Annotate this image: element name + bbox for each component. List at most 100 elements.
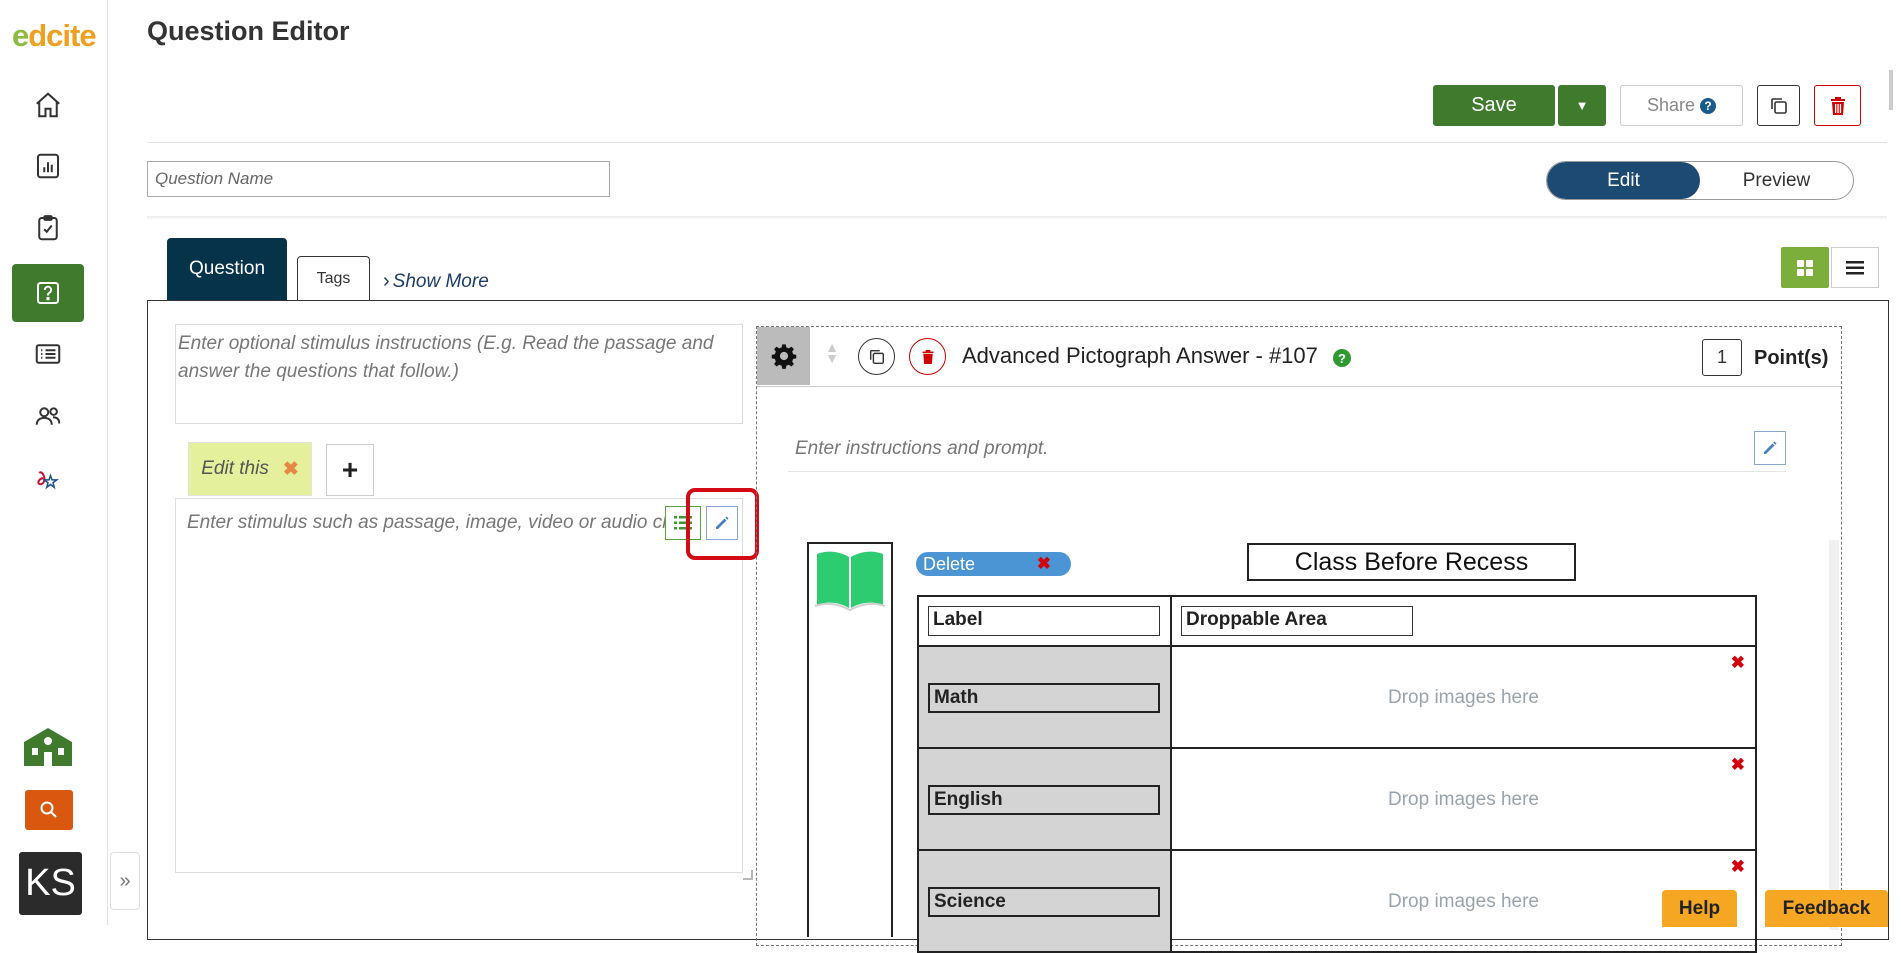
table-header-row: Label Droppable Area — [917, 595, 1757, 647]
duplicate-button[interactable] — [1757, 85, 1800, 126]
edit-preview-toggle[interactable]: Edit Preview — [1546, 161, 1854, 200]
home-icon — [36, 92, 60, 118]
drop-placeholder: Drop images here — [1387, 687, 1540, 708]
header-label-cell: Label — [917, 595, 1172, 647]
assignments-icon — [38, 215, 58, 241]
pictograph-title[interactable]: Class Before Recess — [1247, 543, 1576, 581]
avatar[interactable]: KS — [19, 852, 82, 915]
preview-mode-option[interactable]: Preview — [1700, 162, 1853, 199]
question-icon — [37, 282, 59, 304]
show-more-link[interactable]: › Show More — [383, 270, 489, 293]
list-layout-button[interactable] — [1831, 247, 1879, 288]
save-button[interactable]: Save — [1433, 85, 1555, 126]
plus-icon: + — [341, 454, 359, 485]
sidebar-item-questions[interactable] — [12, 264, 84, 322]
close-icon[interactable]: ✖ — [283, 458, 299, 481]
reorder-handle[interactable]: ▲ ▼ — [822, 339, 842, 370]
state-logo-icon — [37, 471, 59, 490]
tab-tags[interactable]: Tags — [297, 256, 370, 300]
drop-zone[interactable]: Drop images here ✖ — [1170, 645, 1757, 749]
search-icon — [40, 801, 57, 818]
add-stimulus-tab-button[interactable]: + — [326, 444, 374, 496]
edcite-logo[interactable]: edcite — [12, 18, 97, 54]
highlight-annotation — [686, 488, 759, 560]
stimulus-instructions-input[interactable]: Enter optional stimulus instructions (E.… — [175, 324, 743, 424]
row-label-input[interactable]: Math — [928, 683, 1160, 713]
sort-arrows-icon: ▲ ▼ — [825, 339, 839, 366]
table-row: Math Drop images here ✖ — [917, 645, 1757, 749]
pencil-icon — [1764, 441, 1777, 454]
sidebar-item-reports[interactable] — [12, 137, 84, 195]
search-button[interactable] — [25, 790, 73, 830]
expand-sidebar-button[interactable]: » — [110, 852, 140, 910]
list-lines-icon — [1846, 260, 1864, 274]
label-header-input[interactable]: Label — [928, 606, 1160, 636]
list-icon — [35, 344, 61, 364]
points-label: Point(s) — [1754, 347, 1829, 369]
drop-placeholder: Drop images here — [1387, 789, 1540, 810]
double-chevron-right-icon: » — [119, 869, 131, 892]
users-icon — [35, 407, 61, 425]
header-shadow — [147, 216, 1887, 220]
share-button[interactable]: Share ? — [1620, 85, 1743, 126]
school-icon[interactable] — [22, 726, 74, 768]
header-drop-cell: Droppable Area — [1170, 595, 1757, 647]
grid-icon — [1797, 259, 1813, 276]
book-icon[interactable] — [813, 548, 887, 612]
sidebar-item-state[interactable] — [12, 449, 84, 507]
pictograph-table: Label Droppable Area Math Drop images he… — [917, 595, 1757, 953]
feedback-button[interactable]: Feedback — [1765, 890, 1888, 927]
row-label-input[interactable]: Science — [928, 887, 1160, 917]
delete-question-button[interactable] — [1814, 85, 1861, 126]
panel-scrollbar[interactable] — [1829, 540, 1839, 930]
tab-question[interactable]: Question — [167, 238, 287, 300]
row-label-cell: Math — [917, 645, 1172, 749]
help-button[interactable]: Help — [1662, 890, 1737, 927]
sidebar-item-lists[interactable] — [12, 325, 84, 383]
close-icon: ✖ — [1036, 554, 1051, 573]
sidebar-item-assignments[interactable] — [12, 199, 84, 257]
stimulus-tab[interactable]: Edit this ✖ — [188, 442, 312, 496]
settings-button[interactable] — [757, 327, 810, 385]
help-circle-icon[interactable]: ? — [1700, 97, 1717, 114]
page-title: Question Editor — [147, 16, 350, 46]
duplicate-item-button[interactable] — [858, 338, 895, 375]
row-label-cell: Science — [917, 849, 1172, 953]
copy-icon — [1770, 97, 1787, 114]
remove-row-icon[interactable]: ✖ — [1731, 755, 1745, 775]
trash-icon — [1830, 96, 1845, 115]
save-options-dropdown[interactable]: ▼ — [1558, 85, 1606, 126]
edit-mode-option[interactable]: Edit — [1547, 162, 1700, 199]
grid-layout-button[interactable] — [1781, 247, 1829, 288]
question-name-input[interactable] — [147, 161, 610, 197]
reports-icon — [37, 153, 59, 179]
sidebar-item-users[interactable] — [12, 387, 84, 445]
table-row: English Drop images here ✖ — [917, 747, 1757, 851]
trash-icon — [922, 349, 933, 364]
stimulus-content-area[interactable] — [175, 498, 743, 873]
prompt-edit-button[interactable] — [1754, 431, 1786, 465]
row-label-input[interactable]: English — [928, 785, 1160, 815]
remove-row-icon[interactable]: ✖ — [1731, 653, 1745, 673]
delete-label: Delete — [923, 553, 976, 574]
delete-image-button[interactable]: Delete ✖ — [916, 552, 1071, 576]
toolbar-divider — [147, 142, 1887, 143]
delete-item-button[interactable] — [909, 338, 946, 375]
drop-zone[interactable]: Drop images here ✖ — [1170, 747, 1757, 851]
remove-row-icon[interactable]: ✖ — [1731, 857, 1745, 877]
prompt-input[interactable]: Enter instructions and prompt. — [788, 438, 1786, 472]
table-row: Science Drop images here ✖ — [917, 849, 1757, 953]
points-input[interactable]: 1 — [1702, 339, 1742, 376]
resize-handle[interactable] — [743, 870, 753, 880]
question-help-icon[interactable]: ? — [1333, 349, 1351, 367]
stimulus-placeholder: Enter stimulus such as passage, image, v… — [187, 512, 682, 533]
chevron-right-icon: › — [383, 270, 390, 292]
page-scrollbar[interactable] — [1889, 70, 1893, 110]
droppable-header-input[interactable]: Droppable Area — [1181, 606, 1413, 636]
copy-icon — [869, 349, 884, 364]
gear-icon — [771, 344, 796, 369]
sidebar-item-home[interactable] — [12, 76, 84, 134]
sidebar: edcite KS — [0, 0, 108, 925]
row-label-cell: English — [917, 747, 1172, 851]
caret-down-icon: ▼ — [1575, 98, 1589, 113]
